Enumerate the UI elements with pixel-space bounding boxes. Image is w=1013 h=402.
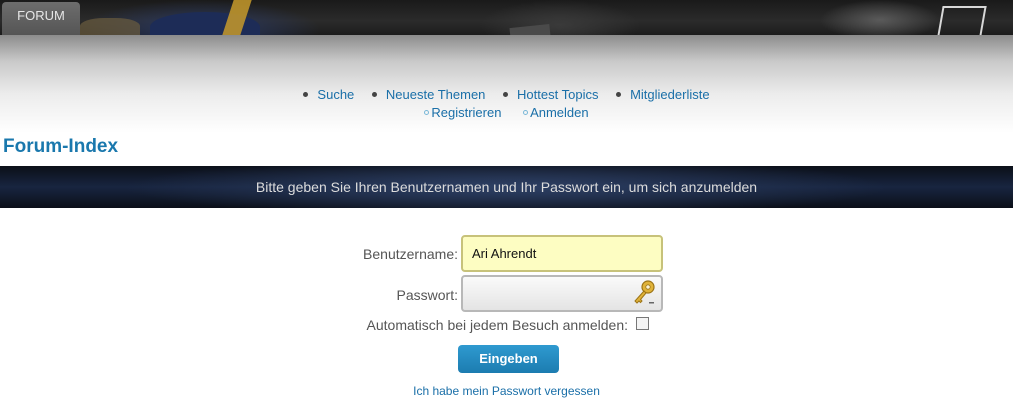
nav-item-label: Mitgliederliste <box>630 87 710 102</box>
password-label: Passwort: <box>396 287 458 303</box>
bullet-icon <box>424 110 430 115</box>
key-icon <box>634 280 655 304</box>
nav-item-login[interactable]: Anmelden <box>523 105 589 120</box>
forgot-password-link[interactable]: Ich habe mein Passwort vergessen <box>0 384 1013 398</box>
bullet-icon <box>616 92 622 97</box>
password-input[interactable] <box>461 275 663 312</box>
nav-item-latest-topics[interactable]: Neueste Themen <box>371 87 486 102</box>
nav-item-label: Suche <box>317 87 355 102</box>
bullet-icon <box>503 92 509 97</box>
nav-item-search[interactable]: Suche <box>303 87 354 102</box>
submit-button[interactable]: Eingeben <box>458 345 559 373</box>
auto-login-label: Automatisch bei jedem Besuch anmelden: <box>366 317 628 333</box>
banner-decoration <box>937 6 987 35</box>
main-nav: Suche Neueste Themen Hottest Topics Mitg… <box>0 87 1013 102</box>
page-title[interactable]: Forum-Index <box>3 136 118 158</box>
nav-item-label: Registrieren <box>431 105 502 120</box>
login-instructions-bar: Bitte geben Sie Ihren Benutzernamen und … <box>0 166 1013 208</box>
auto-login-checkbox[interactable] <box>636 317 649 330</box>
nav-item-register[interactable]: Registrieren <box>424 105 501 120</box>
banner-decoration <box>80 18 140 35</box>
bullet-icon <box>303 92 309 97</box>
nav-item-label: Neueste Themen <box>385 87 486 102</box>
nav-item-hottest-topics[interactable]: Hottest Topics <box>503 87 598 102</box>
banner-decoration <box>509 23 551 35</box>
login-form: Benutzername: Ari Ahrendt Passwort: Auto… <box>0 208 1013 402</box>
nav-item-label: Anmelden <box>530 105 589 120</box>
bullet-icon <box>523 110 529 115</box>
nav-item-member-list[interactable]: Mitgliederliste <box>616 87 710 102</box>
username-label: Benutzername: <box>363 246 458 262</box>
username-input[interactable]: Ari Ahrendt <box>461 235 663 272</box>
nav-item-label: Hottest Topics <box>517 87 599 102</box>
header-banner-image: FORUM <box>0 0 1013 35</box>
bullet-icon <box>371 92 377 97</box>
forum-tab[interactable]: FORUM <box>2 2 80 35</box>
account-nav: Registrieren Anmelden <box>0 105 1013 120</box>
